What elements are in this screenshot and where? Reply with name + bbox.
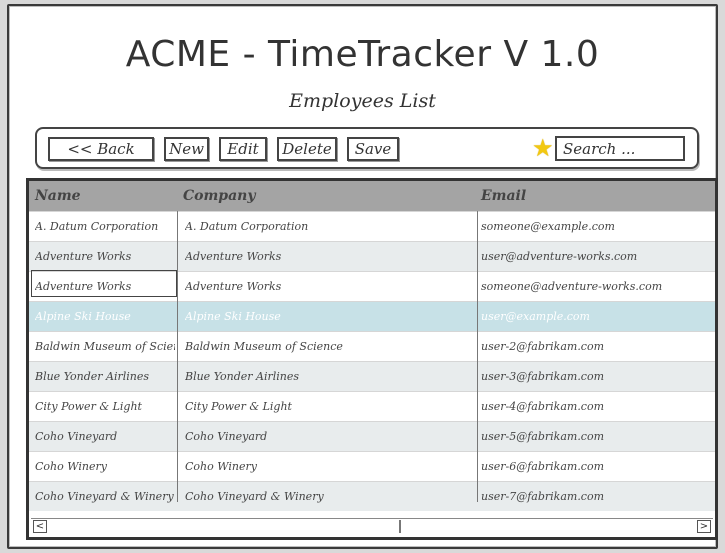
column-divider xyxy=(477,211,478,502)
cell-company: Alpine Ski House xyxy=(185,310,281,323)
cell-email: user-3@fabrikam.com xyxy=(481,370,605,383)
cell-email: user-2@fabrikam.com xyxy=(481,340,605,353)
table-body: A. Datum Corporation A. Datum Corporatio… xyxy=(29,211,715,511)
page-title: ACME - TimeTracker V 1.0 xyxy=(125,34,600,75)
cell-email: user@example.com xyxy=(481,310,590,323)
cell-company: Adventure Works xyxy=(185,280,282,293)
cell-company: Adventure Works xyxy=(185,250,282,263)
cell-name: City Power & Light xyxy=(35,400,142,413)
column-header-name[interactable]: Name xyxy=(35,181,81,211)
scroll-right-button[interactable]: > xyxy=(697,520,711,533)
cell-name: A. Datum Corporation xyxy=(35,220,159,233)
cell-name: Adventure Works xyxy=(35,250,132,263)
cell-company: Coho Vineyard xyxy=(185,430,268,443)
horizontal-scrollbar[interactable]: < > xyxy=(31,518,713,535)
new-button[interactable]: New xyxy=(164,137,209,161)
delete-button[interactable]: Delete xyxy=(277,137,337,161)
table-row[interactable]: City Power & Light City Power & Light us… xyxy=(29,391,715,421)
selected-cell-outline xyxy=(31,270,177,297)
table-row[interactable]: Coho Winery Coho Winery user-6@fabrikam.… xyxy=(29,451,715,481)
table-row[interactable]: Baldwin Museum of Science Baldwin Museum… xyxy=(29,331,715,361)
employees-table: Name Company Email A. Datum Corporation … xyxy=(26,178,718,540)
table-row[interactable]: Adventure Works Adventure Works user@adv… xyxy=(29,241,715,271)
table-row-selected[interactable]: Alpine Ski House Alpine Ski House user@e… xyxy=(29,301,715,331)
cell-name: Baldwin Museum of Science xyxy=(35,340,175,353)
cell-email: user-7@fabrikam.com xyxy=(481,490,605,503)
cell-email: someone@adventure-works.com xyxy=(481,280,663,293)
cell-email: someone@example.com xyxy=(481,220,615,233)
page-subtitle: Employees List xyxy=(289,90,436,112)
toolbar: << Back New Edit Delete Save ★ xyxy=(35,127,699,169)
table-row[interactable]: A. Datum Corporation A. Datum Corporatio… xyxy=(29,211,715,241)
cell-company: Blue Yonder Airlines xyxy=(185,370,300,383)
cell-email: user-4@fabrikam.com xyxy=(481,400,605,413)
cell-email: user-5@fabrikam.com xyxy=(481,430,605,443)
column-header-email[interactable]: Email xyxy=(481,181,526,211)
table-row[interactable]: Coho Vineyard & Winery Coho Vineyard & W… xyxy=(29,481,715,511)
column-header-company[interactable]: Company xyxy=(183,181,255,211)
table-header: Name Company Email xyxy=(29,181,715,211)
cell-company: Coho Winery xyxy=(185,460,257,473)
search-input[interactable] xyxy=(555,136,685,161)
cell-name: Coho Vineyard & Winery xyxy=(35,490,174,503)
cell-name: Blue Yonder Airlines xyxy=(35,370,150,383)
cell-company: Baldwin Museum of Science xyxy=(185,340,343,353)
table-row[interactable]: Blue Yonder Airlines Blue Yonder Airline… xyxy=(29,361,715,391)
cell-name: Coho Vineyard xyxy=(35,430,118,443)
cell-name: Alpine Ski House xyxy=(35,310,131,323)
table-row[interactable]: Coho Vineyard Coho Vineyard user-5@fabri… xyxy=(29,421,715,451)
scroll-left-button[interactable]: < xyxy=(33,520,47,533)
cell-email: user-6@fabrikam.com xyxy=(481,460,605,473)
save-button[interactable]: Save xyxy=(347,137,399,161)
column-divider xyxy=(177,211,178,502)
edit-button[interactable]: Edit xyxy=(219,137,267,161)
scrollbar-thumb[interactable] xyxy=(399,520,401,533)
back-button[interactable]: << Back xyxy=(48,137,154,161)
cell-name: Coho Winery xyxy=(35,460,107,473)
star-icon[interactable]: ★ xyxy=(532,136,556,160)
cell-company: City Power & Light xyxy=(185,400,292,413)
cell-company: A. Datum Corporation xyxy=(185,220,309,233)
cell-email: user@adventure-works.com xyxy=(481,250,638,263)
cell-company: Coho Vineyard & Winery xyxy=(185,490,324,503)
